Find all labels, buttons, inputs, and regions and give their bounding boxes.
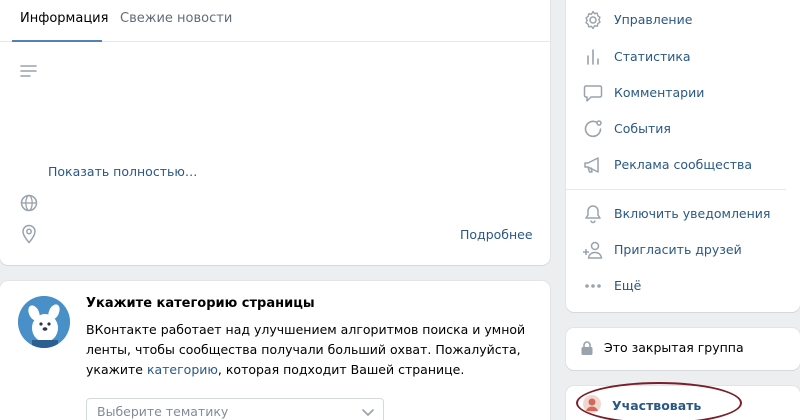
group-status-label: Это закрытая группа bbox=[604, 340, 744, 355]
lock-icon bbox=[581, 341, 593, 355]
highlight-circle bbox=[576, 382, 742, 420]
gear-icon bbox=[585, 10, 601, 30]
chevron-down-icon bbox=[362, 409, 374, 416]
menu-label-stats: Статистика bbox=[614, 49, 691, 64]
menu-item-ads[interactable]: Реклама сообщества bbox=[566, 149, 786, 181]
bell-icon bbox=[585, 205, 601, 224]
topic-select[interactable]: Выберите тематику bbox=[86, 398, 384, 420]
location-pin-icon bbox=[22, 224, 36, 244]
comment-icon bbox=[583, 85, 603, 102]
more-dots-icon bbox=[585, 284, 601, 288]
menu-label-events: События bbox=[614, 121, 671, 136]
menu-divider bbox=[566, 189, 786, 190]
tab-news[interactable]: Свежие новости bbox=[120, 11, 232, 26]
menu-item-manage[interactable]: Управление bbox=[566, 4, 786, 36]
show-more-link[interactable]: Показать полностью… bbox=[48, 164, 197, 179]
menu-label-manage: Управление bbox=[614, 12, 693, 27]
add-user-icon bbox=[583, 241, 603, 259]
menu-item-stats[interactable]: Статистика bbox=[566, 41, 786, 73]
active-tab-indicator bbox=[12, 40, 102, 42]
menu-item-comments[interactable]: Комментарии bbox=[566, 77, 786, 109]
category-title: Укажите категорию страницы bbox=[86, 296, 315, 311]
menu-label-ads: Реклама сообщества bbox=[614, 157, 753, 172]
category-description: ВКонтакте работает над улучшением алгори… bbox=[86, 320, 526, 380]
menu-item-notifications[interactable]: Включить уведомления bbox=[566, 198, 786, 230]
more-details-link[interactable]: Подробнее bbox=[460, 227, 533, 242]
description-lines-icon bbox=[20, 65, 37, 77]
menu-label-notifications: Включить уведомления bbox=[614, 206, 771, 221]
menu-item-invite[interactable]: Пригласить друзей bbox=[566, 234, 786, 266]
topic-select-placeholder: Выберите тематику bbox=[97, 404, 229, 419]
menu-item-more[interactable]: Ещё bbox=[566, 270, 786, 302]
events-icon bbox=[584, 120, 602, 138]
menu-item-events[interactable]: События bbox=[566, 113, 786, 145]
tab-info[interactable]: Информация bbox=[20, 11, 108, 26]
menu-label-comments: Комментарии bbox=[614, 85, 705, 100]
stats-icon bbox=[587, 49, 599, 65]
megaphone-icon bbox=[584, 157, 599, 173]
menu-label-invite: Пригласить друзей bbox=[614, 242, 742, 257]
tabs-bar: Информация Свежие новости bbox=[0, 0, 550, 42]
category-link[interactable]: категорию bbox=[147, 362, 218, 377]
globe-icon bbox=[20, 194, 38, 212]
category-text-end: , которая подходит Вашей странице. bbox=[217, 362, 465, 377]
menu-label-more: Ещё bbox=[614, 278, 642, 293]
vk-dog-avatar bbox=[18, 296, 70, 348]
